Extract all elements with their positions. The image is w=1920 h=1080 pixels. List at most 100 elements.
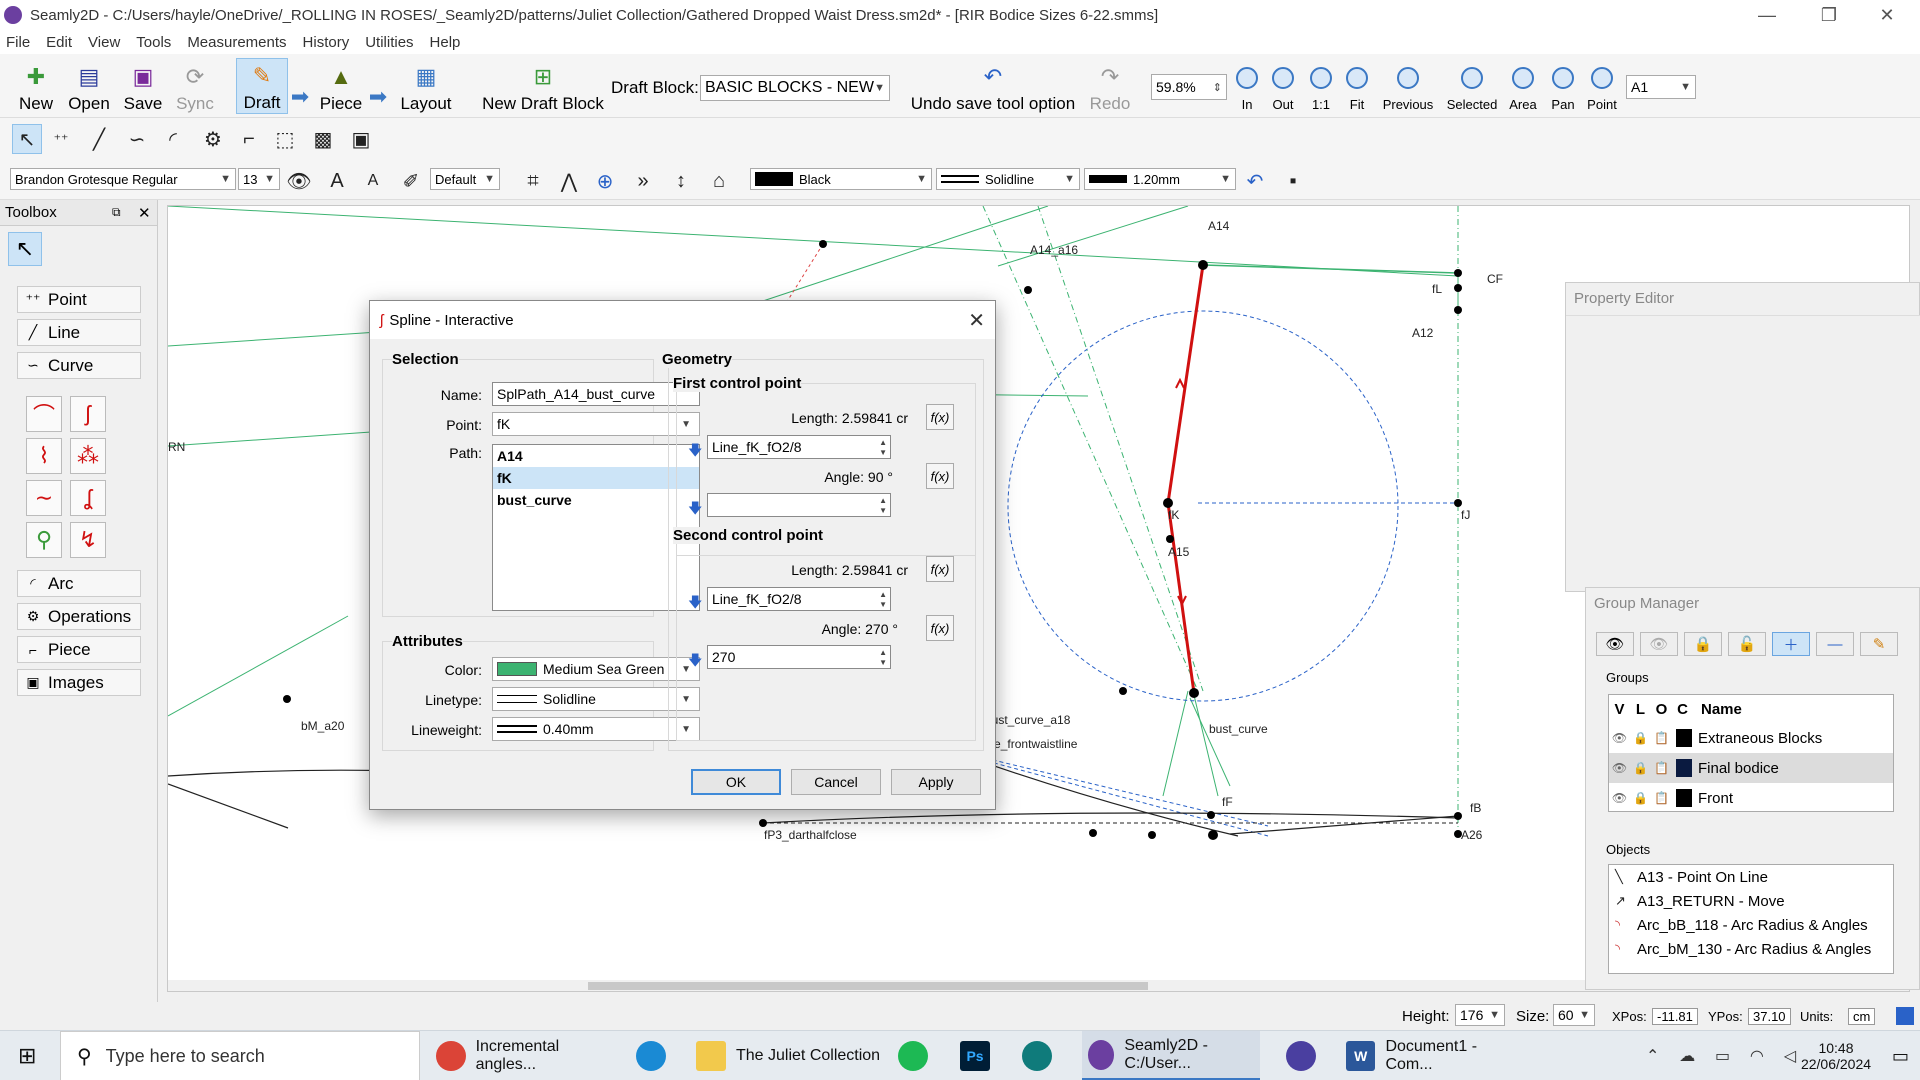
second-length-formula-field[interactable]: Line_fK_fO2/8 ▲ ▼ (707, 587, 891, 611)
close-icon[interactable]: ✕ (138, 204, 151, 222)
notifications-button[interactable]: ▭ (1892, 1031, 1916, 1080)
line-weight-select[interactable]: 1.20mm ▼ (1084, 168, 1236, 190)
ok-button[interactable]: OK (691, 769, 781, 795)
zoom-out-button[interactable]: Out (1268, 60, 1298, 112)
curve-points-icon[interactable]: ⌇ (26, 438, 62, 474)
menu-view[interactable]: View (88, 34, 120, 51)
draft-block-select[interactable]: BASIC BLOCKS - NEW ▼ (700, 75, 890, 101)
first-angle-formula-button[interactable]: f(x) (926, 463, 954, 489)
save-button[interactable]: ▣ Save (122, 58, 164, 114)
vertical-arrow-icon[interactable]: ↕ (666, 166, 696, 196)
line-color-select[interactable]: Black ▼ (750, 168, 932, 190)
toolbox-arc-button[interactable]: ◜ Arc (17, 570, 141, 597)
font-increase-icon[interactable]: A (322, 166, 352, 196)
zoom-fit-button[interactable]: Fit (1342, 60, 1372, 112)
curve-intersect-icon[interactable]: ∼ (26, 480, 62, 516)
redo-button[interactable]: ↷ Redo (1088, 58, 1132, 114)
eye-icon[interactable]: 👁 (1609, 761, 1630, 775)
zoom-area-button[interactable]: Area (1508, 60, 1538, 112)
toolbox-operations-button[interactable]: ⚙ Operations (17, 603, 141, 630)
menu-utilities[interactable]: Utilities (365, 34, 413, 51)
menu-file[interactable]: File (6, 34, 30, 51)
open-button[interactable]: ▤ Open (66, 58, 112, 114)
first-length-formula-field[interactable]: Line_fK_fO2/8 ▲ ▼ (707, 435, 891, 459)
object-item[interactable]: ↗ A13_RETURN - Move (1609, 889, 1893, 913)
group-row[interactable]: 👁 🔒 📋 Front (1609, 783, 1893, 813)
dialog-close-button[interactable]: ✕ (968, 308, 985, 333)
spline-path-points-icon[interactable]: ⁂ (70, 438, 106, 474)
toolbox-piece-button[interactable]: ⌐ Piece (17, 636, 141, 663)
spline-interactive-icon[interactable]: ʃ (70, 396, 106, 432)
first-length-formula-button[interactable]: f(x) (926, 404, 954, 430)
font-size-select[interactable]: 13 ▼ (238, 168, 280, 190)
windows-start-button[interactable]: ⊞ (18, 1031, 44, 1080)
clipboard-icon[interactable]: 📋 (1651, 791, 1672, 805)
curve-tool-icon[interactable]: ∽ (122, 124, 152, 154)
object-item[interactable]: ◝ Arc_bM_130 - Arc Radius & Angles (1609, 937, 1893, 961)
zoom-selected-button[interactable]: Selected (1444, 60, 1500, 112)
new-button[interactable]: ✚ New (16, 58, 56, 114)
undo-button[interactable]: ↶ Undo save tool option (908, 58, 1078, 114)
simple-curve-icon[interactable]: ⌒ (26, 396, 62, 432)
eye-icon[interactable]: 👁 (284, 166, 314, 196)
cancel-button[interactable]: Cancel (791, 769, 881, 795)
draft-mode-button[interactable]: ✎ Draft (236, 58, 288, 114)
menu-history[interactable]: History (303, 34, 350, 51)
toolbox-point-button[interactable]: ⁺⁺ Point (17, 286, 141, 313)
edit-group-button[interactable]: ✎ (1860, 632, 1898, 656)
group-row[interactable]: 👁 🔒 📋 Extraneous Blocks (1609, 723, 1893, 753)
clock[interactable]: 10:48 22/06/2024 (1796, 1031, 1876, 1080)
menu-tools[interactable]: Tools (136, 34, 171, 51)
object-item[interactable]: ◝ Arc_bB_118 - Arc Radius & Angles (1609, 913, 1893, 937)
lock-icon[interactable]: 🔒 (1630, 731, 1651, 745)
eye-icon[interactable]: 👁 (1609, 791, 1630, 805)
image-tool-icon[interactable]: ▣ (346, 124, 376, 154)
point-on-curve-icon[interactable]: ⚲ (26, 522, 62, 558)
group-row-selected[interactable]: 👁 🔒 📋 Final bodice (1609, 753, 1893, 783)
zoom-1-1-button[interactable]: 1:1 (1306, 60, 1336, 112)
path-tool-icon[interactable]: ⋀ (554, 166, 584, 196)
layout-tool-icon[interactable]: ▩ (308, 124, 338, 154)
show-all-groups-button[interactable]: 👁 (1596, 632, 1634, 656)
expand-arrow-icon[interactable]: 🡇 (688, 498, 702, 522)
style-select[interactable]: Default ▼ (430, 168, 500, 190)
hide-all-groups-button[interactable]: 👁 (1640, 632, 1678, 656)
second-angle-formula-field[interactable]: 270 ▲ ▼ (707, 645, 891, 669)
taskbar-search[interactable]: ⚲ Type here to search (60, 1031, 420, 1080)
pan-button[interactable]: Pan (1548, 60, 1578, 112)
zoom-level-input[interactable]: 59.8% ⇕ (1151, 74, 1227, 100)
selection-tool-icon[interactable]: ⬚ (270, 124, 300, 154)
arc-tool-icon[interactable]: ◜ (158, 124, 188, 154)
save-style-icon[interactable]: ▪ (1278, 166, 1308, 196)
clipboard-icon[interactable]: 📋 (1651, 731, 1672, 745)
zoom-previous-button[interactable]: Previous (1380, 60, 1436, 112)
taskbar-app[interactable] (1022, 1031, 1062, 1080)
size-select[interactable]: 60 ▼ (1553, 1004, 1595, 1026)
operations-gear-icon[interactable]: ⚙ (198, 124, 228, 154)
new-draft-block-button[interactable]: ⊞ New Draft Block (478, 58, 608, 114)
taskbar-spotify[interactable] (898, 1031, 938, 1080)
add-group-button[interactable]: ＋ (1772, 632, 1810, 656)
height-select[interactable]: 176 ▼ (1455, 1004, 1505, 1026)
font-family-select[interactable]: Brandon Grotesque Regular ▼ (10, 168, 236, 190)
expand-arrow-icon[interactable]: 🡇 (688, 440, 702, 464)
piece-mode-button[interactable]: ▲ Piece (318, 58, 364, 114)
sync-button[interactable]: ⟳ Sync (174, 58, 216, 114)
restore-button[interactable]: ❐ (1806, 0, 1852, 30)
taskbar-app[interactable] (1286, 1031, 1326, 1080)
apply-button[interactable]: Apply (891, 769, 981, 795)
expand-arrow-icon[interactable]: 🡇 (688, 592, 702, 616)
eye-icon[interactable]: 👁 (1609, 731, 1630, 745)
menu-edit[interactable]: Edit (46, 34, 72, 51)
spline-path-icon[interactable]: ʆ (70, 480, 106, 516)
minimize-button[interactable]: — (1744, 0, 1790, 30)
remove-group-button[interactable]: — (1816, 632, 1854, 656)
expand-arrow-icon[interactable]: 🡇 (688, 650, 702, 674)
zoom-in-button[interactable]: In (1234, 60, 1260, 112)
clipboard-icon[interactable]: 📋 (1651, 761, 1672, 775)
second-length-formula-button[interactable]: f(x) (926, 556, 954, 582)
object-item[interactable]: ╲ A13 - Point On Line (1609, 865, 1893, 889)
menu-measurements[interactable]: Measurements (187, 34, 286, 51)
select-pointer-button[interactable]: ↖ (8, 232, 42, 266)
piece-tool-icon[interactable]: ⌐ (234, 124, 264, 154)
